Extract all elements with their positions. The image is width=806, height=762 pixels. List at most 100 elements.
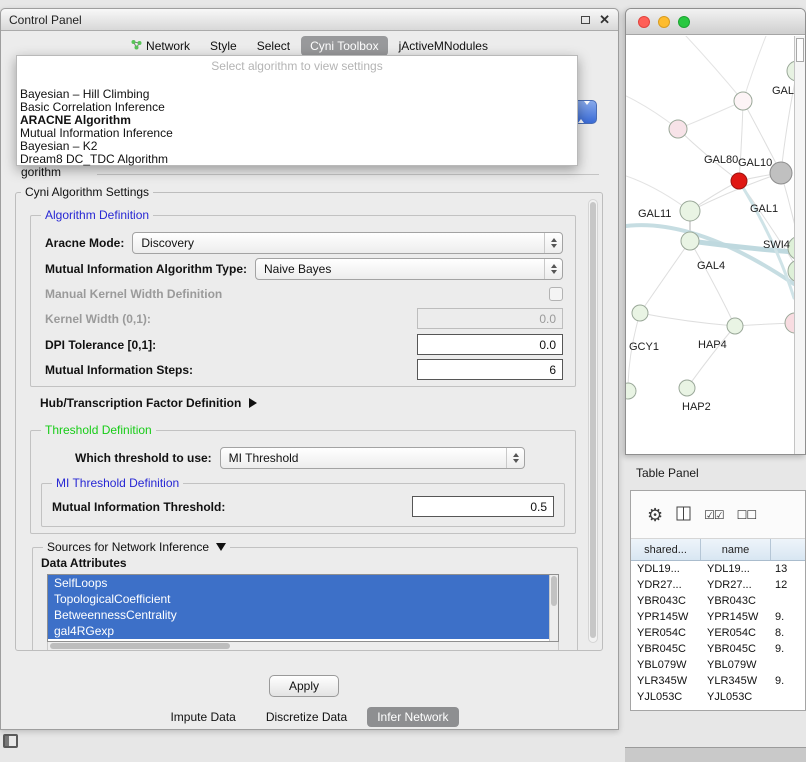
tab-style[interactable]: Style xyxy=(201,36,246,56)
column-header[interactable]: name xyxy=(701,539,771,560)
attributes-hscroll-thumb[interactable] xyxy=(50,643,230,649)
kernel-width-input[interactable]: 0.0 xyxy=(417,308,563,329)
network-edge xyxy=(743,36,766,101)
manual-kernel-row: Manual Kernel Width Definition xyxy=(45,286,563,302)
table-row[interactable]: YBR045CYBR045C9. xyxy=(631,641,805,657)
table-row[interactable]: YJL053CYJL053C xyxy=(631,689,805,705)
close-icon[interactable]: ✕ xyxy=(599,13,610,26)
attribute-item-betweennesscentrality[interactable]: BetweennessCentrality xyxy=(48,607,549,623)
sources-group: Sources for Network Inference Data Attri… xyxy=(32,547,578,651)
network-canvas[interactable]: GALGAL80GAL10GAL11GAL1SWI4GAL4GCY1HAP4HA… xyxy=(626,36,794,455)
deselect-all-icon[interactable]: ☐☐ xyxy=(737,508,757,522)
zoom-button[interactable] xyxy=(678,16,690,28)
table-cell: 8. xyxy=(771,627,805,639)
network-node[interactable] xyxy=(785,313,794,333)
aracne-mode-label: Aracne Mode: xyxy=(45,236,124,250)
table-cell: YDR27... xyxy=(631,579,701,591)
network-node[interactable] xyxy=(731,173,747,189)
column-header[interactable] xyxy=(771,539,805,560)
table-row[interactable]: YBR043CYBR043C xyxy=(631,593,805,609)
threshold-definition-title: Threshold Definition xyxy=(41,423,156,437)
network-edge xyxy=(686,36,743,101)
network-node[interactable] xyxy=(626,383,636,399)
dropdown-gap xyxy=(17,74,577,88)
combobox-arrows-icon xyxy=(544,233,562,253)
table-cell: 12 xyxy=(771,579,805,591)
attributes-horizontal-scrollbar[interactable] xyxy=(47,642,559,651)
node-label-gcy1: GCY1 xyxy=(629,341,659,353)
mi-steps-input[interactable]: 6 xyxy=(417,359,563,380)
obscured-combobox-text: gorithm xyxy=(21,165,61,179)
table-cell: YLR345W xyxy=(701,675,771,687)
dropdown-option-dream8-dc-tdc-algorithm[interactable]: Dream8 DC_TDC Algorithm xyxy=(17,153,577,166)
network-node[interactable] xyxy=(632,305,648,321)
column-header[interactable]: shared... xyxy=(631,539,701,560)
algorithm-definition-group: Algorithm Definition Aracne Mode: Discov… xyxy=(30,215,576,387)
minimize-button[interactable] xyxy=(658,16,670,28)
manual-kernel-checkbox[interactable] xyxy=(549,287,563,301)
table-cell: YDR27... xyxy=(701,579,771,591)
apply-button[interactable]: Apply xyxy=(269,675,339,697)
table-cell: YBR043C xyxy=(631,595,701,607)
bottom-tab-discretize-data[interactable]: Discretize Data xyxy=(256,707,357,727)
close-button[interactable] xyxy=(638,16,650,28)
table-row[interactable]: YPR145WYPR145W9. xyxy=(631,609,805,625)
sources-label: Sources for Network Inference xyxy=(47,540,209,554)
network-node[interactable] xyxy=(727,318,743,334)
network-edge xyxy=(640,313,735,326)
bottom-tab-impute-data[interactable]: Impute Data xyxy=(160,707,245,727)
data-attributes-label: Data Attributes xyxy=(41,556,127,570)
expand-arrow-icon[interactable] xyxy=(249,398,257,408)
table-row[interactable]: YDL19...YDL19...13 xyxy=(631,561,805,577)
data-attributes-list[interactable]: SelfLoopsTopologicalCoefficientBetweenne… xyxy=(47,574,559,642)
which-threshold-combobox[interactable]: MI Threshold xyxy=(220,447,525,469)
network-icon xyxy=(131,39,142,53)
tab-jactivemnodules[interactable]: jActiveMNodules xyxy=(390,36,497,56)
settings-scrollbar[interactable] xyxy=(588,199,598,643)
sources-group-title[interactable]: Sources for Network Inference xyxy=(43,540,230,554)
mi-threshold-input[interactable]: 0.5 xyxy=(412,496,554,517)
network-node[interactable] xyxy=(680,201,700,221)
tab-select[interactable]: Select xyxy=(248,36,299,56)
table-row[interactable]: YDR27...YDR27...12 xyxy=(631,577,805,593)
settings-scrollbar-thumb[interactable] xyxy=(590,202,596,638)
tab-cyni-toolbox[interactable]: Cyni Toolbox xyxy=(301,36,387,56)
columns-icon[interactable] xyxy=(676,506,691,524)
hub-definition-section[interactable]: Hub/Transcription Factor Definition xyxy=(40,396,257,410)
aracne-mode-row: Aracne Mode: Discovery xyxy=(45,232,563,254)
select-all-icon[interactable]: ☑☑ xyxy=(704,508,724,522)
network-window-titlebar[interactable] xyxy=(626,9,805,35)
which-threshold-row: Which threshold to use: MI Threshold xyxy=(75,447,561,469)
table-row[interactable]: YBL079WYBL079W xyxy=(631,657,805,673)
network-view-window: GALGAL80GAL10GAL11GAL1SWI4GAL4GCY1HAP4HA… xyxy=(625,8,806,455)
network-node[interactable] xyxy=(770,162,792,184)
network-node[interactable] xyxy=(679,380,695,396)
mi-type-combobox[interactable]: Naive Bayes xyxy=(255,258,563,280)
restore-panel-icon[interactable] xyxy=(3,734,18,748)
attribute-item-topologicalcoefficient[interactable]: TopologicalCoefficient xyxy=(48,591,549,607)
gear-icon[interactable]: ⚙ xyxy=(647,506,663,524)
tab-network[interactable]: Network xyxy=(122,36,199,56)
bottom-tab-infer-network[interactable]: Infer Network xyxy=(367,707,458,727)
dpi-tolerance-input[interactable]: 0.0 xyxy=(417,334,563,355)
dropdown-option-mutual-information-inference[interactable]: Mutual Information Inference xyxy=(17,127,577,140)
network-node[interactable] xyxy=(787,61,794,81)
table-row[interactable]: YER054CYER054C8. xyxy=(631,625,805,641)
table-row[interactable]: YLR345WYLR345W9. xyxy=(631,673,805,689)
network-scrollbar[interactable] xyxy=(794,36,805,454)
which-threshold-value: MI Threshold xyxy=(229,451,299,465)
attributes-vscroll-thumb[interactable] xyxy=(551,576,557,606)
float-window-icon[interactable] xyxy=(581,16,590,24)
network-edge xyxy=(640,241,690,313)
network-scrollbar-thumb[interactable] xyxy=(796,38,804,62)
kernel-width-row: Kernel Width (0,1): 0.0 xyxy=(45,308,563,329)
network-node[interactable] xyxy=(669,120,687,138)
attributes-vertical-scrollbar[interactable] xyxy=(549,575,558,641)
attribute-item-selfloops[interactable]: SelfLoops xyxy=(48,575,549,591)
control-panel-titlebar[interactable]: Control Panel ✕ xyxy=(1,9,618,31)
aracne-mode-combobox[interactable]: Discovery xyxy=(132,232,563,254)
attribute-item-gal4rgexp[interactable]: gal4RGexp xyxy=(48,623,549,639)
network-node[interactable] xyxy=(681,232,699,250)
network-node[interactable] xyxy=(734,92,752,110)
collapse-arrow-icon[interactable] xyxy=(216,543,226,551)
